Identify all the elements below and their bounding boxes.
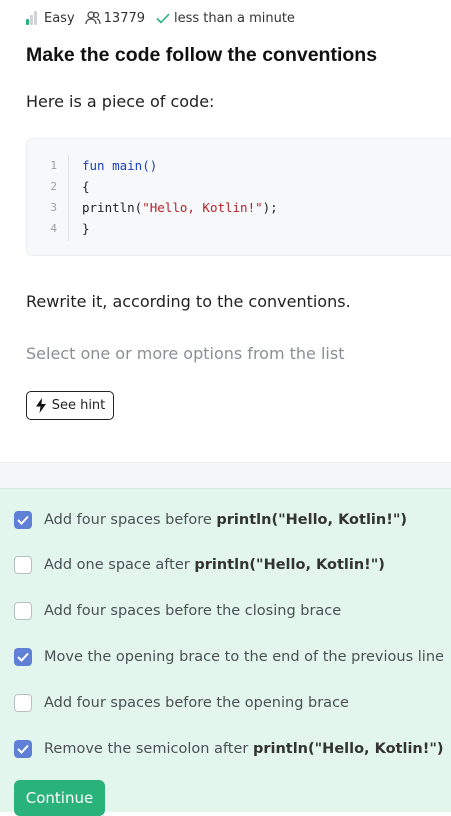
checkmark-icon xyxy=(17,652,29,662)
time-estimate-label: less than a minute xyxy=(174,10,295,26)
code-text: { xyxy=(82,179,90,194)
option-label: Add four spaces before the opening brace xyxy=(44,695,349,711)
solved-count-label: 13779 xyxy=(103,10,146,26)
line-number: 3 xyxy=(50,201,57,214)
checkmark-icon xyxy=(156,13,170,24)
code-block: 1 fun main() 2 { 3 println("Hello, Kotli… xyxy=(26,138,451,256)
code-text: println("Hello, Kotlin!"); xyxy=(82,200,278,215)
option-checkbox-checked[interactable] xyxy=(14,740,32,758)
option-item[interactable]: Move the opening brace to the end of the… xyxy=(14,645,444,669)
option-item[interactable]: Add one space after println("Hello, Kotl… xyxy=(14,553,385,577)
checkmark-icon xyxy=(17,515,29,525)
page-title: Make the code follow the conventions xyxy=(26,44,378,66)
code-text: fun main() xyxy=(82,158,158,173)
users-icon xyxy=(85,11,101,25)
option-item[interactable]: Add four spaces before the closing brace xyxy=(14,599,341,623)
option-checkbox[interactable] xyxy=(14,556,32,574)
option-label: Add one space after println("Hello, Kotl… xyxy=(44,557,385,573)
difficulty-bars-icon xyxy=(26,11,40,25)
difficulty-label: Easy xyxy=(44,10,75,26)
option-item[interactable]: Add four spaces before println("Hello, K… xyxy=(14,508,407,532)
see-hint-label: See hint xyxy=(51,398,106,413)
option-checkbox-checked[interactable] xyxy=(14,648,32,666)
option-checkbox[interactable] xyxy=(14,694,32,712)
option-checkbox[interactable] xyxy=(14,602,32,620)
instruction-text: Rewrite it, according to the conventions… xyxy=(26,292,351,311)
line-number: 2 xyxy=(50,180,57,193)
time-estimate: less than a minute xyxy=(155,10,295,26)
line-number: 4 xyxy=(50,222,57,235)
task-meta: Easy 13779 less than a minute xyxy=(26,8,305,28)
select-hint-text: Select one or more options from the list xyxy=(26,344,345,363)
lightning-icon xyxy=(35,398,46,413)
code-text: } xyxy=(82,221,90,236)
checkmark-icon xyxy=(17,744,29,754)
option-item[interactable]: Remove the semicolon after println("Hell… xyxy=(14,737,444,761)
option-item[interactable]: Add four spaces before the opening brace xyxy=(14,691,349,715)
option-label: Add four spaces before the closing brace xyxy=(44,603,342,619)
option-label: Add four spaces before println("Hello, K… xyxy=(44,512,407,528)
section-divider xyxy=(0,462,451,489)
option-label: Remove the semicolon after println("Hell… xyxy=(44,741,444,757)
option-checkbox-checked[interactable] xyxy=(14,511,32,529)
difficulty: Easy xyxy=(26,11,75,26)
solved-count: 13779 xyxy=(85,10,145,26)
intro-text: Here is a piece of code: xyxy=(26,92,215,111)
see-hint-button[interactable]: See hint xyxy=(26,391,114,420)
line-number: 1 xyxy=(50,159,57,172)
gutter-divider xyxy=(68,155,69,241)
option-label: Move the opening brace to the end of the… xyxy=(44,649,444,665)
